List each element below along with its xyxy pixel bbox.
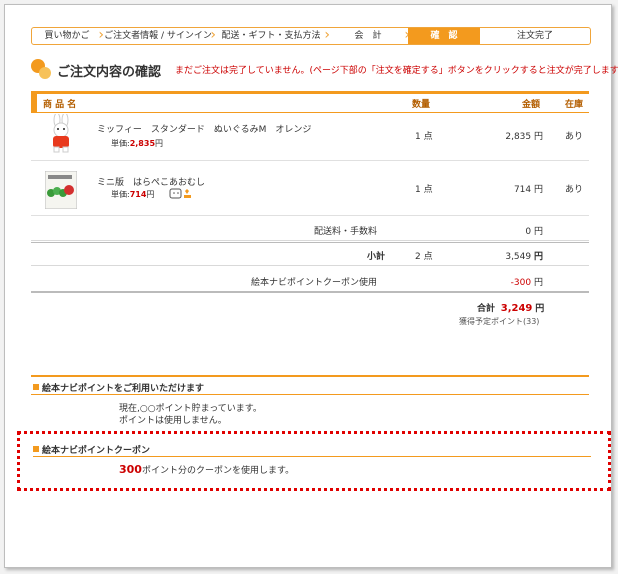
order-not-complete-warning: まだご注文は完了していません。(ページ下部の「注文を確定する」ボタンをクリックす…: [175, 66, 618, 76]
item-stock: あり: [564, 132, 583, 142]
item-stock: あり: [564, 185, 583, 195]
step-cart: 買い物かご ›: [32, 28, 104, 44]
step-shipping: 配送・ギフト・支払方法 ›: [214, 28, 330, 44]
coupon-usage-text: 300ポイント分のクーポンを使用します。: [119, 463, 294, 476]
step-label: 買い物かご: [44, 31, 90, 41]
coupon-section-title-text: 絵本ナビポイントクーポン: [42, 446, 151, 456]
step-label: ご注文者情報 / サインイン: [104, 31, 212, 41]
coupon-amount: 300: [119, 463, 142, 476]
shipping-label: 配送料・手数料: [313, 227, 377, 237]
unit-price-value: 2,835: [129, 139, 156, 148]
points-section-title-text: 絵本ナビポイントをご利用いただけます: [42, 384, 205, 394]
step-label: 確 認: [430, 31, 458, 41]
total-unit: 円: [535, 304, 545, 314]
header-amount: 金額: [522, 100, 541, 110]
section-divider: [33, 456, 591, 457]
unit-price-suffix: 円: [146, 190, 155, 199]
subtotal-qty: 2 点: [415, 252, 433, 262]
shipping-value: 0 円: [525, 227, 543, 237]
shipping-row: 配送料・手数料 0 円: [31, 218, 589, 241]
subtotal-amount: 3,549: [505, 252, 532, 262]
section-divider: [31, 375, 589, 377]
header-stock: 在庫: [565, 100, 584, 110]
coupon-usage-label: 絵本ナビポイントクーポン使用: [250, 278, 377, 288]
points-not-used-text: ポイントは使用しません。: [119, 416, 227, 426]
points-section-title: 絵本ナビポイントをご利用いただけます: [33, 381, 204, 394]
unit-price-label: 単価:: [111, 190, 130, 199]
book-cover-image: [45, 171, 77, 209]
total-value: 3,249: [500, 303, 533, 314]
page-title: ご注文内容の確認: [57, 65, 162, 80]
unit-price-value: 714: [129, 190, 147, 199]
coupon-highlight-box: [17, 431, 611, 491]
step-label: 注文完了: [516, 31, 553, 41]
item-amount: 2,835 円: [505, 132, 543, 142]
table-row: ミッフィー スタンダード ぬいぐるみM オレンジ 単価:2,835円 1 点 2…: [31, 110, 589, 161]
header-product: 商 品 名: [43, 100, 77, 110]
product-name-link[interactable]: ミッフィー スタンダード ぬいぐるみM オレンジ: [97, 122, 311, 135]
step-label: 会 計: [354, 31, 382, 41]
step-customer-info: ご注文者情報 / サインイン ›: [102, 28, 216, 44]
step-payment: 会 計›: [328, 28, 410, 44]
coupon-usage-row: 絵本ナビポイントクーポン使用 -300 円: [31, 269, 589, 293]
item-qty: 1 点: [415, 185, 433, 195]
coupon-text: ポイント分のクーポンを使用します。: [141, 466, 295, 476]
item-qty: 1 点: [415, 132, 433, 142]
total-label: 合計: [477, 304, 496, 314]
subtotal-unit: 円: [533, 252, 543, 262]
miffy-plush-image: [53, 114, 69, 153]
step-confirm: 確 認: [408, 28, 480, 44]
subtotal-row: 小計 2 点 3,549 円: [31, 242, 589, 266]
review-icon[interactable]: [169, 187, 193, 201]
subtotal-label: 小計: [366, 252, 385, 262]
step-label: 配送・ギフト・支払方法: [221, 31, 321, 41]
unit-price: 単価:2,835円: [111, 138, 163, 149]
section-divider: [31, 394, 589, 395]
table-row: ミニ版 はらぺこあおむし 単価:714円 1 点 714 円 あり: [31, 163, 589, 216]
unit-price-suffix: 円: [155, 139, 164, 148]
title-bubble-icon: [31, 59, 53, 81]
checkout-progress: 買い物かご› ご注文者情報 / サインイン› 配送・ギフト・支払方法› 会 計›…: [31, 27, 591, 45]
coupon-usage-amount: -300: [510, 278, 532, 288]
subtotal-value: 3,549 円: [505, 249, 543, 262]
item-amount: 714 円: [513, 185, 543, 195]
unit-price: 単価:714円: [111, 189, 154, 200]
page-frame: 買い物かご› ご注文者情報 / サインイン› 配送・ギフト・支払方法› 会 計›…: [4, 4, 618, 568]
coupon-usage-unit: 円: [533, 278, 543, 288]
step-complete: 注文完了: [480, 28, 590, 44]
earned-points: 獲得予定ポイント(33): [459, 317, 540, 326]
coupon-section-title: 絵本ナビポイントクーポン: [33, 443, 150, 456]
total: 合計 3,249 円: [477, 301, 544, 314]
unit-price-label: 単価:: [111, 139, 130, 148]
coupon-usage-value: -300 円: [511, 275, 543, 288]
header-qty: 数量: [412, 100, 431, 110]
